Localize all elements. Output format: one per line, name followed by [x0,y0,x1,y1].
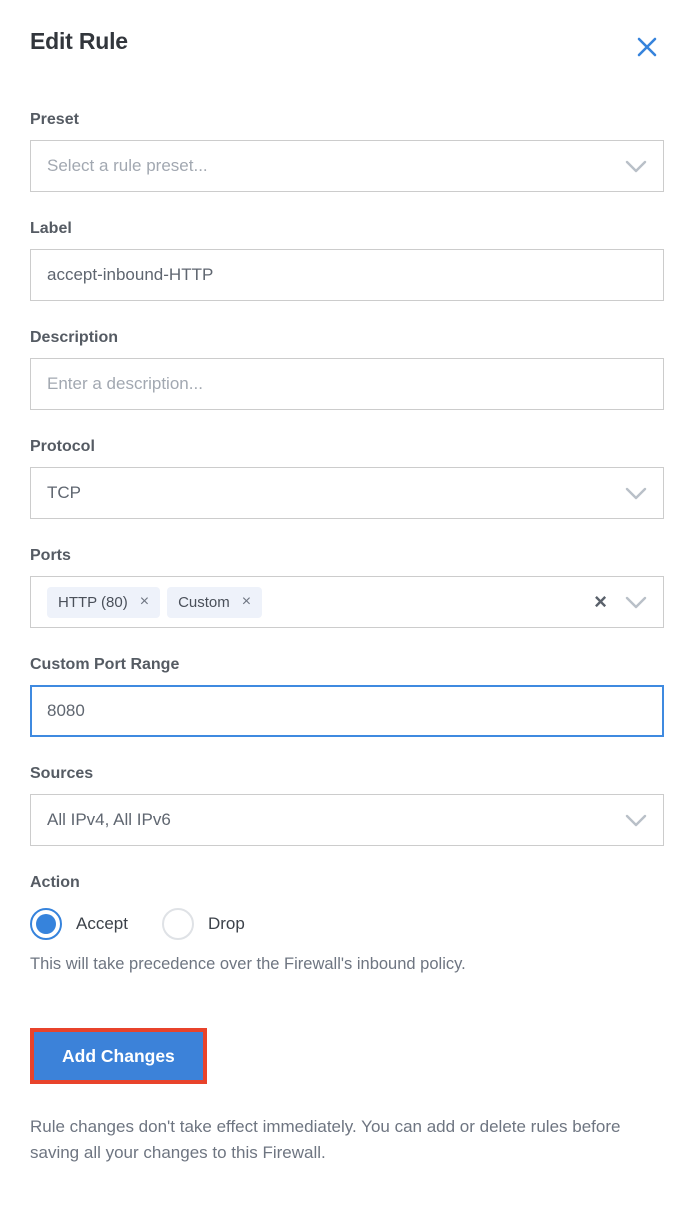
preset-input[interactable] [47,156,625,176]
description-field: Description [30,329,664,410]
action-label: Action [30,874,664,892]
port-chip-http[interactable]: HTTP (80) × [47,587,160,618]
add-changes-button[interactable]: Add Changes [34,1032,203,1080]
chevron-down-icon[interactable] [625,596,647,609]
action-field: Action Accept Drop This will take preced… [30,874,664,974]
sources-label: Sources [30,765,664,783]
button-row: Add Changes [30,1028,664,1084]
radio-drop-label: Drop [208,914,245,934]
preset-select[interactable] [30,140,664,192]
chip-label: HTTP (80) [58,594,128,611]
footer-note: Rule changes don't take effect immediate… [30,1114,664,1167]
description-label: Description [30,329,664,347]
chevron-down-icon[interactable] [625,160,647,173]
ports-chip-list: HTTP (80) × Custom × [47,587,594,618]
radio-unselected-icon[interactable] [162,908,194,940]
description-input-box[interactable] [30,358,664,410]
clear-all-icon[interactable]: × [594,591,607,613]
close-icon [634,48,660,63]
description-input[interactable] [47,374,647,394]
radio-accept[interactable]: Accept [30,908,128,940]
custom-port-range-label: Custom Port Range [30,656,664,674]
label-input[interactable] [47,265,647,285]
label-field: Label [30,220,664,301]
preset-label: Preset [30,111,664,129]
ports-field: Ports HTTP (80) × Custom × × [30,547,664,628]
drawer-title: Edit Rule [30,28,128,55]
custom-port-range-field: Custom Port Range [30,656,664,737]
protocol-select[interactable] [30,467,664,519]
sources-field: Sources [30,765,664,846]
chevron-down-icon[interactable] [625,814,647,827]
port-chip-custom[interactable]: Custom × [167,587,262,618]
ports-label: Ports [30,547,664,565]
ports-multiselect[interactable]: HTTP (80) × Custom × × [30,576,664,628]
custom-port-range-input-box[interactable] [30,685,664,737]
preset-field: Preset [30,111,664,192]
action-helper-text: This will take precedence over the Firew… [30,955,664,974]
remove-chip-icon[interactable]: × [242,594,251,610]
label-label: Label [30,220,664,238]
label-input-box[interactable] [30,249,664,301]
edit-rule-drawer: Edit Rule Preset Label Description [0,0,694,1167]
custom-port-range-input[interactable] [47,701,647,721]
action-radio-group: Accept Drop [30,908,664,940]
annotation-highlight: Add Changes [30,1028,207,1084]
sources-input[interactable] [47,810,625,830]
drawer-header: Edit Rule [30,28,664,67]
remove-chip-icon[interactable]: × [140,594,149,610]
chevron-down-icon[interactable] [625,487,647,500]
radio-selected-icon[interactable] [30,908,62,940]
close-button[interactable] [630,30,664,67]
protocol-label: Protocol [30,438,664,456]
chip-label: Custom [178,594,230,611]
radio-accept-label: Accept [76,914,128,934]
protocol-field: Protocol [30,438,664,519]
protocol-input[interactable] [47,483,625,503]
sources-select[interactable] [30,794,664,846]
radio-drop[interactable]: Drop [162,908,245,940]
